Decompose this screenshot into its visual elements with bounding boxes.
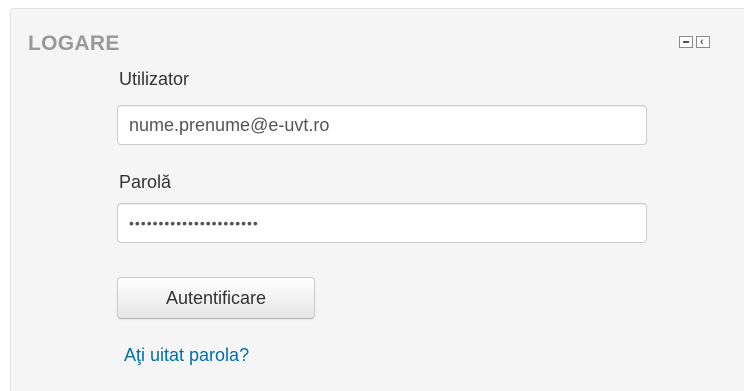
block-controls: ‹ — [679, 36, 710, 48]
username-label: Utilizator — [119, 69, 190, 89]
dock-block-button[interactable]: ‹ — [696, 36, 710, 48]
minus-icon — [683, 41, 689, 43]
forgot-password-link[interactable]: Aţi uitat parola? — [124, 344, 249, 366]
chevron-left-icon: ‹ — [700, 36, 704, 48]
block-title: LOGARE — [28, 32, 120, 55]
password-input[interactable] — [117, 203, 647, 243]
password-label: Parolă — [119, 172, 172, 192]
username-input[interactable] — [117, 105, 647, 145]
login-block — [10, 8, 744, 391]
minimize-block-button[interactable] — [679, 36, 693, 48]
login-button[interactable]: Autentificare — [117, 277, 315, 319]
